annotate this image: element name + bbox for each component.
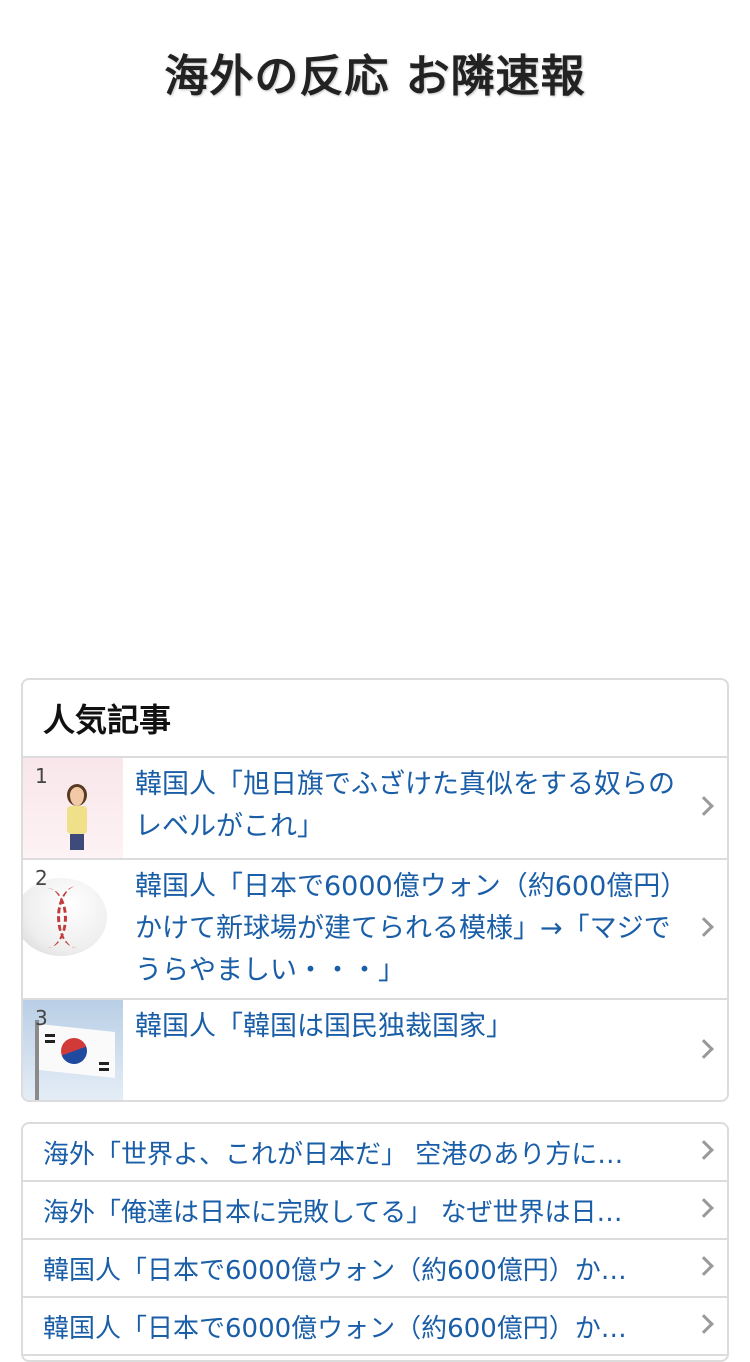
chevron-right-icon xyxy=(694,1314,714,1334)
chevron-right-icon xyxy=(694,1256,714,1276)
recent-articles-panel: 海外「世界よ、これが日本だ」 空港のあり方に… 海外「俺達は日本に完敗してる」 … xyxy=(21,1122,729,1362)
recent-article-item[interactable]: 海外「世界よ、これが日本だ」 空港のあり方に… xyxy=(23,1124,727,1182)
site-title[interactable]: 海外の反応 お隣速報 xyxy=(164,40,585,104)
recent-article-item[interactable]: 韓国人「日本で6000億ウォン（約600億円）か… xyxy=(23,1240,727,1298)
recent-article-title: 海外「世界よ、これが日本だ」 空港のあり方に… xyxy=(43,1139,624,1170)
recent-article-item[interactable]: 韓国人「日本で6000億ウォン（約600億円）か… xyxy=(23,1298,727,1356)
chevron-right-icon xyxy=(694,796,714,816)
person-figure-icon: 1 xyxy=(23,758,123,858)
chevron-right-icon xyxy=(694,917,714,937)
recent-article-title: 韓国人「日本で6000億ウォン（約600億円）か… xyxy=(43,1313,627,1344)
rank-number: 1 xyxy=(35,764,48,788)
popular-article-title: 韓国人「日本で6000億ウォン（約600億円）かけて新球場が建てられる模様」→「… xyxy=(135,871,688,986)
popular-article-item[interactable]: 3 韓国人「韓国は国民独裁国家」 xyxy=(23,1000,727,1100)
chevron-right-icon xyxy=(694,1198,714,1218)
site-header: 海外の反応 お隣速報 xyxy=(0,0,750,140)
popular-articles-heading: 人気記事 xyxy=(23,680,727,758)
korean-flag-icon: 3 xyxy=(23,1000,123,1100)
chevron-right-icon xyxy=(694,1140,714,1160)
popular-article-item[interactable]: 1 韓国人「旭日旗でふざけた真似をする奴らのレベルがこれ」 xyxy=(23,758,727,860)
ad-space xyxy=(0,140,750,670)
popular-article-title: 韓国人「韓国は国民独裁国家」 xyxy=(135,1011,513,1042)
recent-article-title: 海外「俺達は日本に完敗してる」 なぜ世界は日… xyxy=(43,1197,623,1228)
rank-number: 2 xyxy=(35,866,48,890)
recent-article-item[interactable]: 海外「俺達は日本に完敗してる」 なぜ世界は日… xyxy=(23,1182,727,1240)
rank-number: 3 xyxy=(35,1006,48,1030)
chevron-right-icon xyxy=(694,1039,714,1059)
popular-articles-panel: 人気記事 1 韓国人「旭日旗でふざけた真似をする奴らのレベルがこれ」 2 韓国人… xyxy=(21,678,729,1102)
popular-article-title: 韓国人「旭日旗でふざけた真似をする奴らのレベルがこれ」 xyxy=(135,769,675,842)
recent-article-title: 韓国人「日本で6000億ウォン（約600億円）か… xyxy=(43,1255,627,1286)
baseball-icon: 2 xyxy=(23,860,123,960)
popular-article-item[interactable]: 2 韓国人「日本で6000億ウォン（約600億円）かけて新球場が建てられる模様」… xyxy=(23,860,727,1000)
